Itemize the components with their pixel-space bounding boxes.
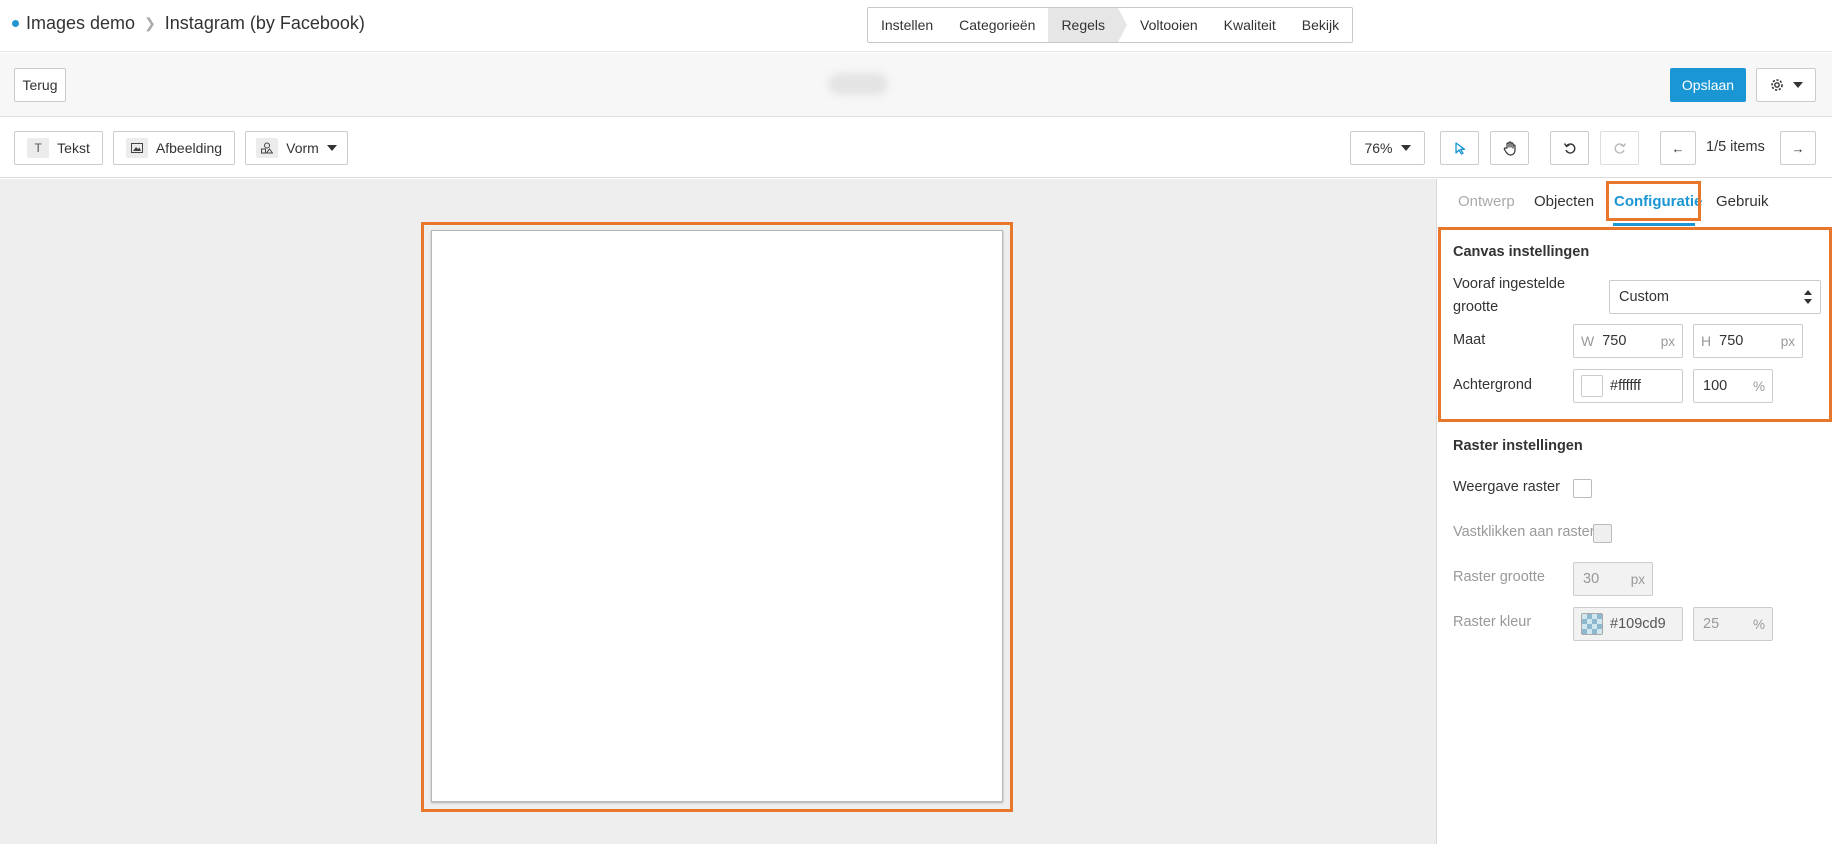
status-dot-icon: [12, 20, 19, 27]
show-grid-label: Weergave raster: [1453, 479, 1560, 495]
panel-tabs: Ontwerp Objecten Configuratie Gebruik: [1437, 179, 1832, 226]
width-field[interactable]: W 750 px: [1573, 324, 1683, 358]
height-prefix: H: [1701, 333, 1712, 349]
preset-size-select[interactable]: Custom: [1609, 280, 1821, 314]
width-unit: px: [1660, 333, 1675, 349]
breadcrumb: Images demo ❯ Instagram (by Facebook): [12, 13, 365, 34]
prev-item-button[interactable]: ←: [1660, 131, 1696, 165]
gear-icon: [1771, 79, 1783, 91]
grid-size-field[interactable]: 30 px: [1573, 562, 1653, 596]
design-canvas[interactable]: [431, 230, 1003, 802]
step-kwaliteit[interactable]: Kwaliteit: [1211, 8, 1289, 42]
chevron-right-icon: ❯: [144, 15, 156, 31]
properties-panel: Ontwerp Objecten Configuratie Gebruik Ca…: [1436, 179, 1832, 844]
percent-icon: %: [1752, 616, 1765, 632]
preset-size-label: Vooraf ingestelde grootte: [1453, 276, 1566, 315]
tab-objecten[interactable]: Objecten: [1534, 193, 1594, 210]
step-regels[interactable]: Regels: [1048, 8, 1127, 42]
height-value: 750: [1719, 333, 1744, 349]
save-button[interactable]: Opslaan: [1670, 68, 1746, 102]
add-image-button[interactable]: Afbeelding: [113, 131, 235, 165]
grid-color-value: #109cd9: [1610, 616, 1666, 632]
add-shape-button[interactable]: Vorm: [245, 131, 348, 165]
tab-highlight: [1606, 181, 1701, 221]
image-icon: [125, 138, 148, 158]
back-button[interactable]: Terug: [14, 68, 66, 102]
width-value: 750: [1602, 333, 1627, 349]
grid-opacity-field[interactable]: 25 %: [1693, 607, 1773, 641]
step-categorieen[interactable]: Categorieën: [946, 8, 1051, 42]
breadcrumb-current: Instagram (by Facebook): [164, 13, 365, 33]
redo-button[interactable]: [1600, 131, 1639, 165]
active-tab-indicator: [1613, 223, 1695, 226]
undo-button[interactable]: [1550, 131, 1589, 165]
step-voltooien[interactable]: Voltooien: [1118, 8, 1211, 42]
blurred-title: [828, 73, 888, 95]
zoom-value: 76%: [1364, 140, 1393, 156]
canvas-highlight: [421, 222, 1013, 812]
add-shape-label: Vorm: [286, 140, 319, 156]
chevron-down-icon: [1400, 145, 1411, 151]
grid-size-value: 30: [1583, 571, 1600, 587]
background-label: Achtergrond: [1453, 377, 1532, 393]
chevron-down-icon: [1793, 82, 1803, 88]
percent-icon: %: [1752, 378, 1765, 394]
next-item-button[interactable]: →: [1780, 131, 1816, 165]
tab-ontwerp[interactable]: Ontwerp: [1458, 193, 1515, 210]
background-opacity-value: 100: [1703, 378, 1728, 394]
redo-icon: [1614, 143, 1626, 154]
hand-icon: [1503, 141, 1516, 156]
settings-button[interactable]: [1756, 68, 1816, 102]
snap-grid-checkbox[interactable]: [1593, 524, 1612, 543]
snap-grid-label: Vastklikken aan raster: [1453, 524, 1595, 540]
color-swatch[interactable]: [1581, 375, 1603, 397]
background-color-value: #ffffff: [1610, 378, 1641, 394]
canvas-workspace: [0, 179, 1436, 844]
step-instellen[interactable]: Instellen: [868, 8, 946, 42]
chevron-down-icon: [326, 145, 337, 151]
undo-icon: [1563, 143, 1575, 154]
grid-color-field[interactable]: #109cd9: [1573, 607, 1683, 641]
arrow-right-icon: →: [1791, 140, 1805, 156]
background-opacity-field[interactable]: 100 %: [1693, 369, 1773, 403]
grid-size-label: Raster grootte: [1453, 569, 1545, 585]
editor-toolbar: T Tekst Afbeelding Vorm 76% ← 1/5 items …: [0, 118, 1832, 178]
background-color-field[interactable]: #ffffff: [1573, 369, 1683, 403]
tab-gebruik[interactable]: Gebruik: [1716, 193, 1769, 210]
breadcrumb-root[interactable]: Images demo: [26, 13, 135, 34]
cursor-arrow-icon: [1454, 142, 1465, 155]
text-icon: T: [27, 138, 50, 158]
size-label: Maat: [1453, 332, 1486, 348]
width-prefix: W: [1581, 333, 1595, 349]
pan-tool-button[interactable]: [1490, 131, 1529, 165]
header-bar: Terug Opslaan: [0, 53, 1832, 117]
canvas-settings-title: Canvas instellingen: [1453, 244, 1590, 260]
top-bar: Images demo ❯ Instagram (by Facebook) In…: [0, 0, 1832, 52]
height-unit: px: [1780, 333, 1795, 349]
wizard-steps: Instellen Categorieën Regels Voltooien K…: [867, 7, 1354, 43]
add-image-label: Afbeelding: [155, 140, 223, 156]
select-arrows-icon: [1804, 290, 1812, 304]
grid-color-swatch[interactable]: [1581, 613, 1603, 635]
zoom-select[interactable]: 76%: [1350, 131, 1425, 165]
step-bekijk[interactable]: Bekijk: [1289, 8, 1352, 42]
grid-size-unit: px: [1630, 571, 1645, 587]
preset-size-value: Custom: [1619, 289, 1669, 305]
pagination-label: 1/5 items: [1706, 139, 1765, 155]
height-field[interactable]: H 750 px: [1693, 324, 1803, 358]
shapes-icon: [256, 138, 279, 158]
arrow-left-icon: ←: [1671, 140, 1685, 156]
show-grid-checkbox[interactable]: [1573, 479, 1592, 498]
add-text-label: Tekst: [57, 140, 90, 156]
select-tool-button[interactable]: [1440, 131, 1479, 165]
add-text-button[interactable]: T Tekst: [14, 131, 103, 165]
grid-opacity-value: 25: [1703, 616, 1720, 632]
grid-color-label: Raster kleur: [1453, 614, 1532, 630]
grid-settings-title: Raster instellingen: [1453, 438, 1583, 454]
